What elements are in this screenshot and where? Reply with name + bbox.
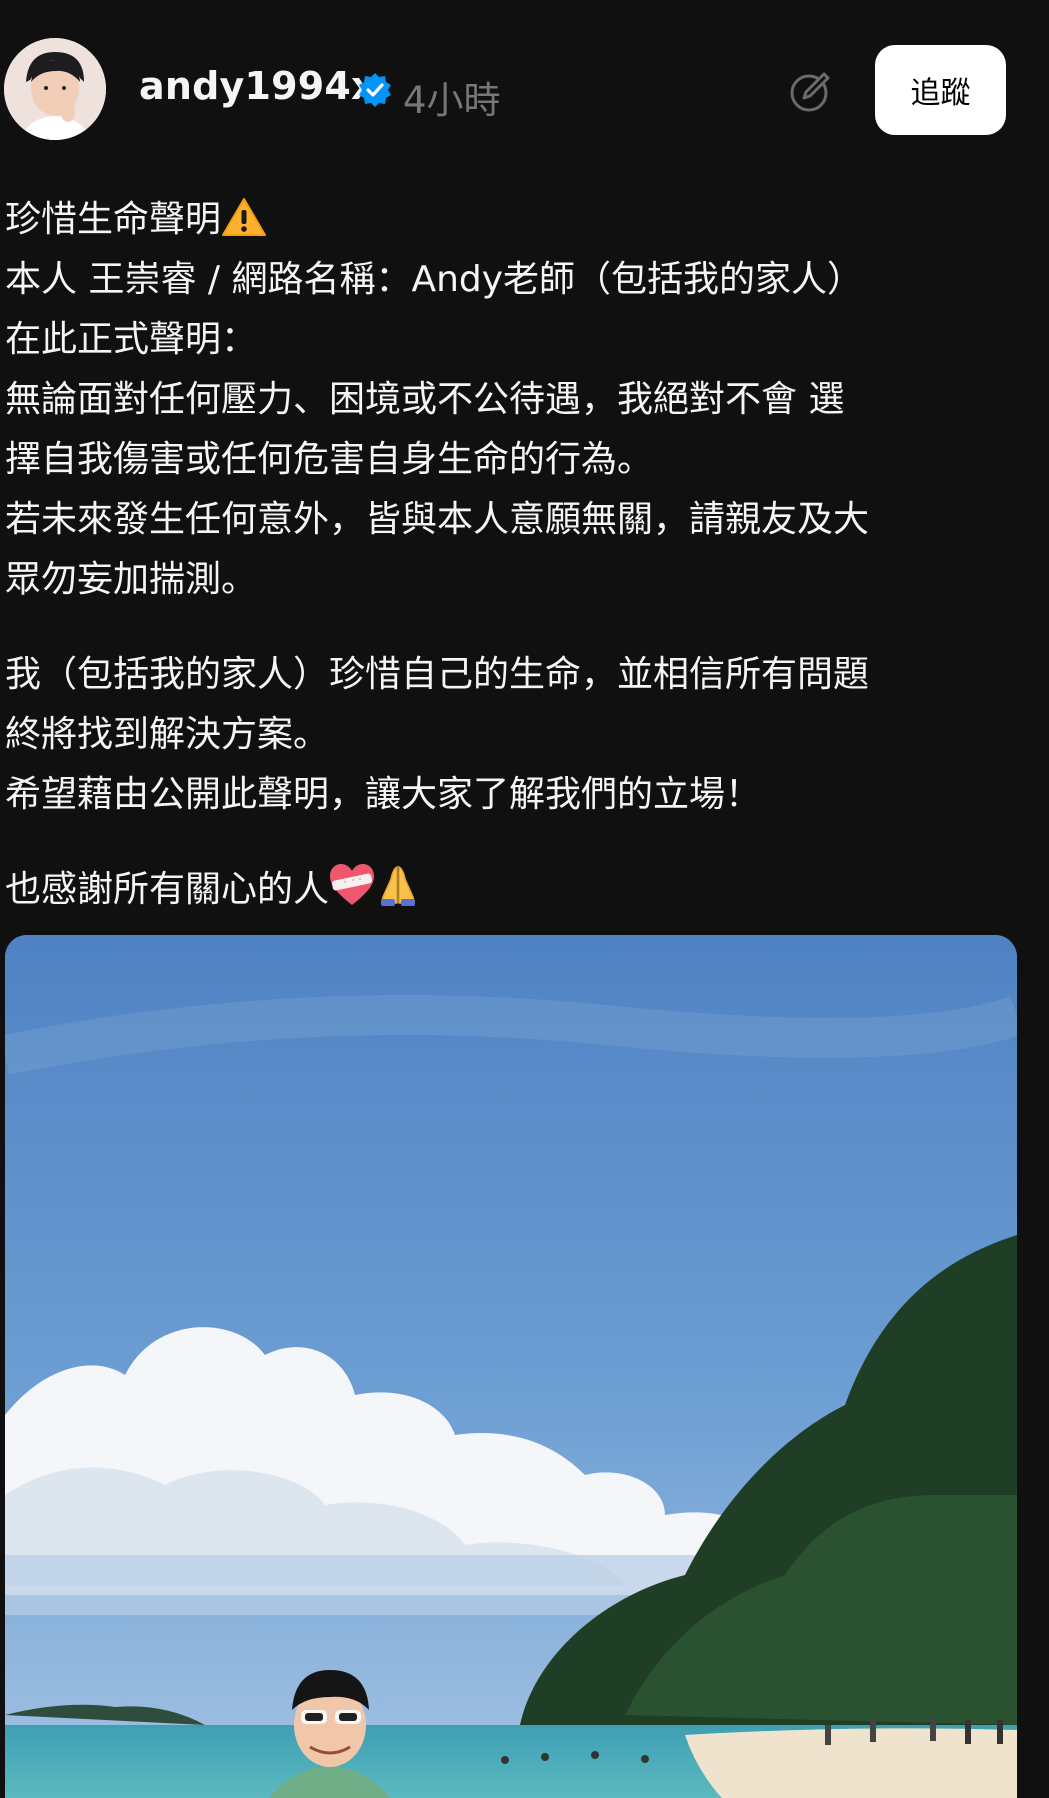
text-line: 在此正式聲明：	[5, 319, 258, 360]
text-line: 珍惜生命聲明	[5, 190, 1005, 250]
follow-button[interactable]: 追蹤	[875, 45, 1006, 135]
text-line: 眾勿妄加揣測。	[5, 559, 258, 600]
avatar-image	[4, 38, 106, 140]
warning-icon	[222, 198, 267, 236]
post-header: andy1994x 4小時 追蹤	[0, 0, 1049, 180]
text-line: 我（包括我的家人）珍惜自己的生命，並相信所有問題	[5, 654, 870, 695]
text-line: 若未來發生任何意外，皆與本人意願無關，請親友及大	[5, 499, 870, 540]
post-timestamp: 4小時	[403, 79, 501, 122]
avatar[interactable]	[4, 38, 106, 140]
verified-badge-icon	[359, 73, 391, 107]
thanks-paragraph: 也感謝所有關心的人	[5, 860, 1005, 920]
text-line: 希望藉由公開此聲明，讓大家了解我們的立場！	[5, 774, 762, 815]
text-line: 本人 王崇睿 / 網路名稱：Andy老師（包括我的家人）	[5, 259, 864, 300]
text-line: 也感謝所有關心的人	[5, 860, 1005, 920]
text-line: 終將找到解決方案。	[5, 714, 330, 755]
post-photo[interactable]	[5, 935, 1017, 1798]
text-line: 無論面對任何壓力、困境或不公待遇，我絕對不會 選	[5, 379, 845, 420]
edit-circle-icon[interactable]	[788, 68, 834, 114]
belief-paragraph: 我（包括我的家人）珍惜自己的生命，並相信所有問題 終將找到解決方案。 希望藉由公…	[5, 645, 1005, 825]
threads-post: andy1994x 4小時 追蹤 珍惜生命聲明 本人 王崇睿 / 網路名稱：An…	[0, 0, 1049, 1798]
text-line: 擇自我傷害或任何危害自身生命的行為。	[5, 439, 654, 480]
mending-heart-icon	[330, 864, 375, 905]
beach-photo	[5, 935, 1017, 1798]
folded-hands-icon	[381, 865, 416, 906]
username[interactable]: andy1994x	[139, 64, 376, 108]
statement-paragraph: 珍惜生命聲明 本人 王崇睿 / 網路名稱：Andy老師（包括我的家人） 在此正式…	[5, 190, 1005, 610]
post-body: 珍惜生命聲明 本人 王崇睿 / 網路名稱：Andy老師（包括我的家人） 在此正式…	[5, 190, 1005, 955]
